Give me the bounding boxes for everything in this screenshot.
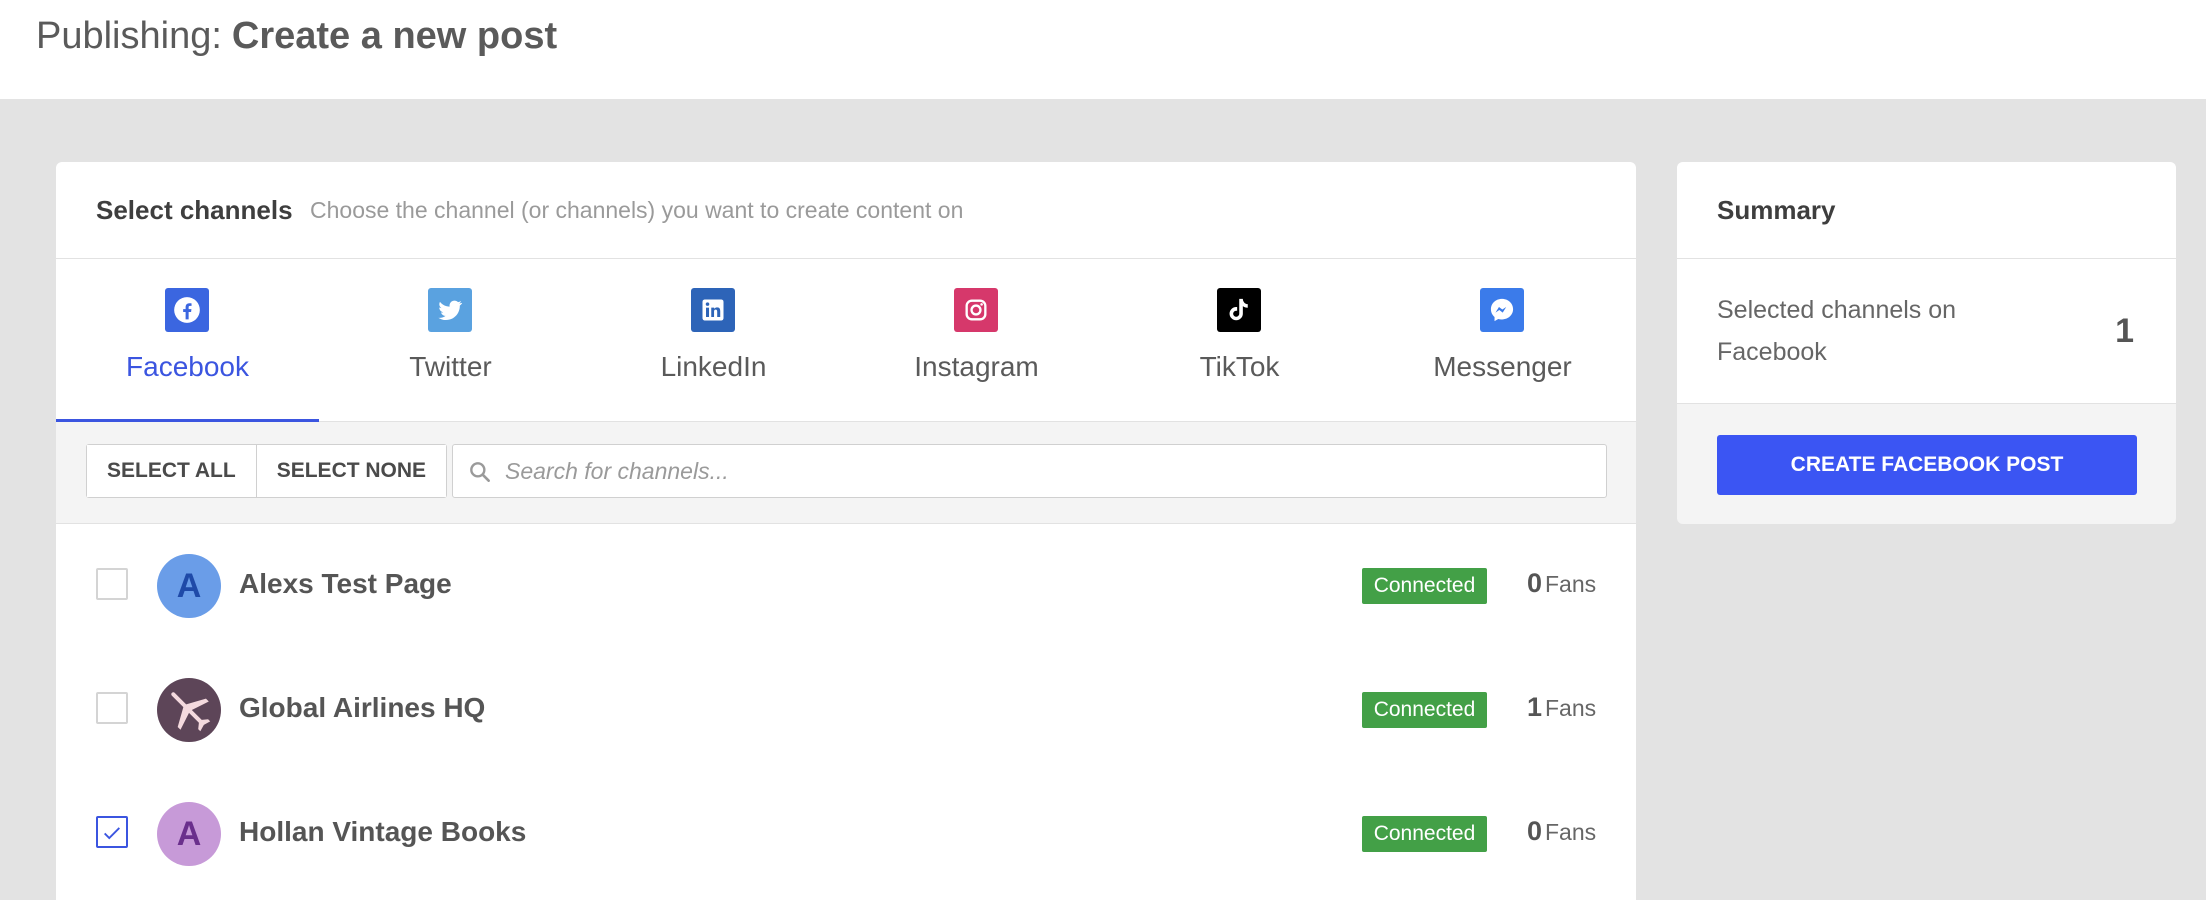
summary-panel: Summary Selected channels on Facebook 1 … xyxy=(1677,162,2176,524)
selected-count: 1 xyxy=(2115,312,2134,350)
select-none-button[interactable]: SELECT NONE xyxy=(255,445,447,497)
fans-label: Fans xyxy=(1545,695,1597,721)
checkmark-icon xyxy=(104,827,120,840)
summary-header: Summary xyxy=(1677,162,2176,259)
tab-twitter[interactable]: Twitter xyxy=(319,259,582,422)
card-header: Select channels Choose the channel (or c… xyxy=(56,162,1636,259)
channel-checkbox[interactable] xyxy=(96,568,128,600)
channel-row-hollan-vintage-books[interactable]: A Hollan Vintage Books Connected 0 Fans xyxy=(56,772,1636,896)
messenger-icon xyxy=(1480,288,1524,332)
tab-label: Facebook xyxy=(126,351,249,382)
channel-row-alexs-test-page[interactable]: A Alexs Test Page Connected 0 Fans xyxy=(56,524,1636,648)
channel-name: Global Airlines HQ xyxy=(239,692,486,723)
airplane-icon xyxy=(171,692,211,732)
status-badge: Connected xyxy=(1362,692,1487,728)
tab-label: Twitter xyxy=(409,351,492,382)
tiktok-icon xyxy=(1217,288,1261,332)
avatar xyxy=(157,678,221,742)
summary-label: Selected channels on Facebook xyxy=(1717,296,1957,366)
selection-button-group: SELECT ALL SELECT NONE xyxy=(86,444,448,498)
fans-count: 0 xyxy=(1526,568,1542,598)
page-title-main: Create a new post xyxy=(231,15,558,57)
tab-label: TikTok xyxy=(1199,351,1280,382)
search-box xyxy=(452,444,1607,498)
tab-label: Messenger xyxy=(1433,351,1572,382)
fans-count: 0 xyxy=(1526,816,1542,846)
card-title: Select channels xyxy=(96,195,293,225)
status-badge: Connected xyxy=(1362,568,1487,604)
twitter-icon xyxy=(428,288,472,332)
tab-linkedin[interactable]: LinkedIn xyxy=(582,259,845,422)
page-title: Publishing: Create a new post xyxy=(36,14,557,58)
channel-name: Hollan Vintage Books xyxy=(239,816,527,847)
tab-label: Instagram xyxy=(914,351,1039,382)
select-all-button[interactable]: SELECT ALL xyxy=(87,445,256,497)
channel-row-global-airlines-hq[interactable]: Global Airlines HQ Connected 1 Fans xyxy=(56,648,1636,772)
tab-facebook[interactable]: Facebook xyxy=(56,259,319,423)
channel-checkbox[interactable] xyxy=(96,816,128,848)
tab-messenger[interactable]: Messenger xyxy=(1371,259,1634,422)
status-badge: Connected xyxy=(1362,816,1487,852)
create-facebook-post-button[interactable]: CREATE FACEBOOK POST xyxy=(1717,435,2137,495)
select-channels-card: Select channels Choose the channel (or c… xyxy=(56,162,1636,900)
facebook-icon xyxy=(165,288,209,332)
channel-checkbox[interactable] xyxy=(96,692,128,724)
linkedin-icon xyxy=(691,288,735,332)
channel-toolbar: SELECT ALL SELECT NONE xyxy=(56,422,1636,524)
top-bar: Publishing: Create a new post xyxy=(0,0,2206,99)
tab-tiktok[interactable]: TikTok xyxy=(1108,259,1371,422)
tab-label: LinkedIn xyxy=(660,351,767,382)
search-icon xyxy=(470,462,490,482)
page-title-prefix: Publishing: xyxy=(36,15,222,57)
instagram-icon xyxy=(954,288,998,332)
summary-title: Summary xyxy=(1717,195,1836,225)
avatar: A xyxy=(157,802,221,866)
card-subtitle: Choose the channel (or channels) you wan… xyxy=(310,197,964,223)
summary-body: Selected channels on Facebook 1 xyxy=(1677,259,2176,404)
avatar: A xyxy=(157,554,221,618)
channel-tabs: Facebook Twitter LinkedIn Instagram TikT… xyxy=(56,259,1636,423)
channel-name: Alexs Test Page xyxy=(239,568,452,599)
tab-instagram[interactable]: Instagram xyxy=(845,259,1108,422)
fans-label: Fans xyxy=(1545,571,1597,597)
search-input[interactable] xyxy=(505,445,1595,497)
fans-label: Fans xyxy=(1545,819,1597,845)
fans-count: 1 xyxy=(1526,692,1542,722)
